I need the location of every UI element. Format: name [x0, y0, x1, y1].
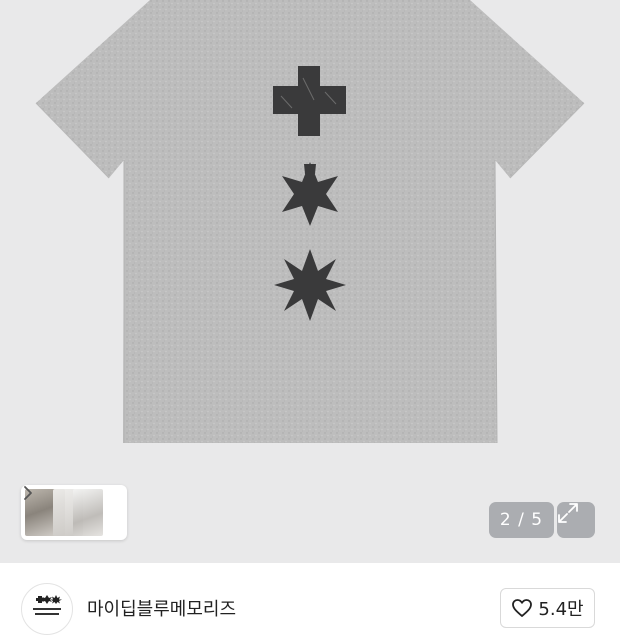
like-button[interactable]: 5.4만	[500, 588, 595, 628]
like-count: 5.4만	[538, 599, 584, 620]
expand-button[interactable]	[557, 502, 595, 538]
shop-logo-image	[33, 595, 62, 615]
product-image[interactable]: 2 / 5	[0, 0, 620, 563]
shop-bar: 마이딥블루메모리즈 5.4만	[0, 563, 620, 635]
expand-icon	[558, 503, 578, 523]
shop-name[interactable]: 마이딥블루메모리즈	[87, 595, 236, 621]
thumbnail-image[interactable]	[73, 489, 103, 536]
heart-icon	[512, 599, 533, 617]
tshirt-photo	[35, 0, 585, 444]
starburst-print	[274, 249, 346, 321]
page-indicator: 2 / 5	[489, 502, 554, 538]
shop-logo[interactable]	[21, 583, 73, 635]
chevron-right-icon[interactable]	[21, 485, 35, 501]
thumbnail-images[interactable]	[25, 489, 103, 536]
thumbnail-strip[interactable]	[21, 485, 127, 540]
